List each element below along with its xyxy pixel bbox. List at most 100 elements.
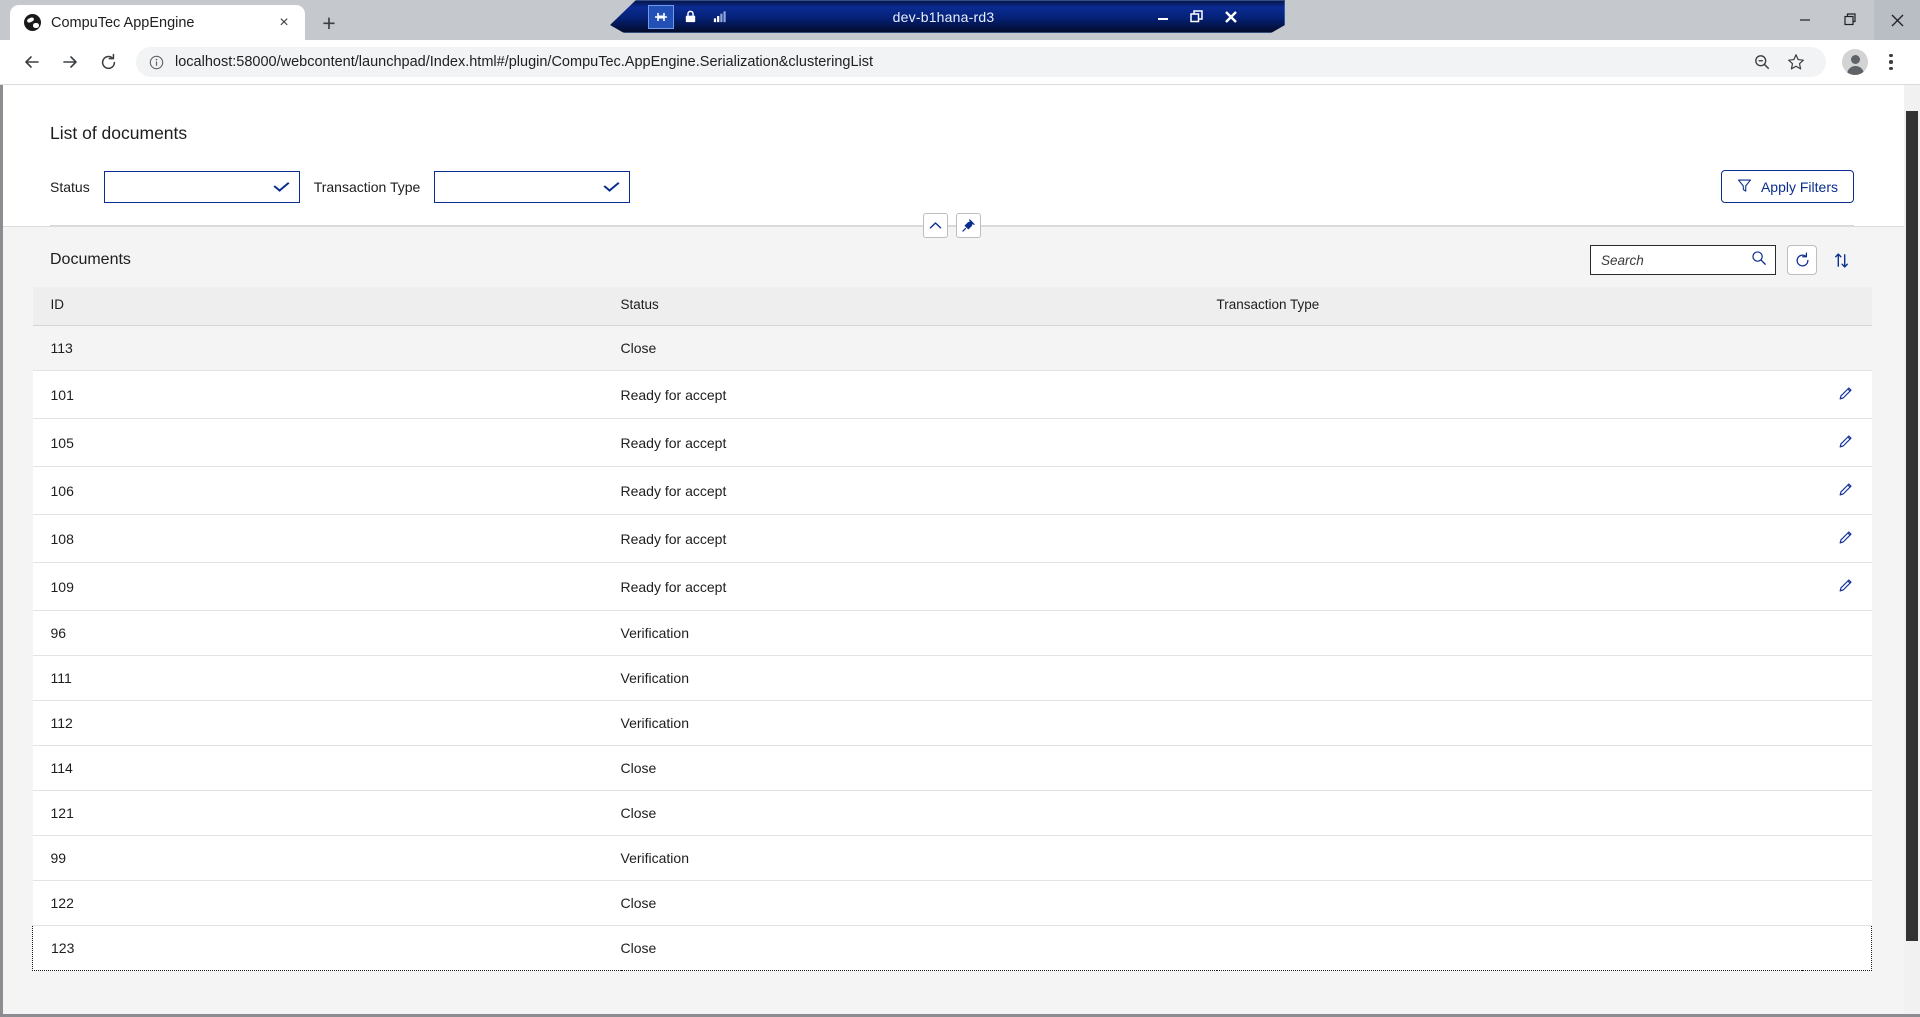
table-row[interactable]: 101 Ready for accept — [32, 370, 1872, 419]
cell-status: Close — [620, 925, 1217, 971]
edit-pencil-icon[interactable] — [1838, 481, 1854, 497]
app-page: List of documents Status Transaction Typ… — [0, 85, 1904, 1017]
table-row[interactable]: 113 Close — [32, 325, 1872, 371]
table-row[interactable]: 122 Close — [32, 880, 1872, 926]
table-row[interactable]: 96 Verification — [32, 610, 1872, 656]
page-scrollbar[interactable] — [1904, 85, 1920, 1017]
cell-id: 111 — [32, 655, 621, 701]
collapse-controls — [923, 213, 981, 238]
cell-id: 105 — [32, 418, 621, 467]
rdp-window-buttons — [1155, 9, 1285, 25]
column-header-transaction-type[interactable]: Transaction Type — [1216, 287, 1802, 326]
tab-strip: CompuTec AppEngine × + dev-b1hana-rd3 — [0, 0, 1920, 40]
table-row[interactable]: 111 Verification — [32, 655, 1872, 701]
transaction-type-filter-label: Transaction Type — [313, 178, 421, 195]
scrollbar-thumb[interactable] — [1906, 111, 1918, 941]
cell-id: 121 — [32, 790, 621, 836]
filter-funnel-icon — [1737, 178, 1752, 196]
cell-status: Ready for accept — [620, 466, 1217, 515]
cell-actions — [1801, 466, 1872, 515]
page-viewport: List of documents Status Transaction Typ… — [0, 85, 1920, 1017]
rdp-connection-bar: dev-b1hana-rd3 — [610, 0, 1285, 33]
rdp-close-button[interactable] — [1223, 9, 1239, 25]
rdp-minimize-button[interactable] — [1155, 9, 1171, 25]
cell-status: Verification — [620, 610, 1217, 656]
column-header-id[interactable]: ID — [32, 287, 621, 326]
table-row[interactable]: 121 Close — [32, 790, 1872, 836]
cell-status: Ready for accept — [620, 418, 1217, 467]
edit-pencil-icon[interactable] — [1838, 433, 1854, 449]
cell-transaction-type — [1216, 880, 1802, 926]
table-row[interactable]: 114 Close — [32, 745, 1872, 791]
address-bar[interactable]: localhost:58000/webcontent/launchpad/Ind… — [136, 47, 1826, 77]
documents-table: ID Status Transaction Type 113 Close 101 Re… — [32, 287, 1872, 971]
window-left-edge — [0, 85, 3, 1017]
table-row[interactable]: 105 Ready for accept — [32, 418, 1872, 467]
table-row[interactable]: 106 Ready for accept — [32, 466, 1872, 515]
cell-actions — [1801, 835, 1872, 881]
cell-transaction-type — [1216, 514, 1802, 563]
cell-id: 101 — [32, 370, 621, 419]
search-icon[interactable] — [1751, 250, 1767, 271]
table-row[interactable]: 109 Ready for accept — [32, 562, 1872, 611]
browser-toolbar: localhost:58000/webcontent/launchpad/Ind… — [0, 40, 1920, 85]
pin-icon[interactable] — [648, 4, 674, 29]
cell-status: Close — [620, 880, 1217, 926]
refresh-button[interactable] — [1787, 245, 1817, 275]
cell-transaction-type — [1216, 418, 1802, 467]
sort-button[interactable] — [1828, 245, 1854, 275]
search-box[interactable] — [1590, 245, 1776, 275]
column-header-status[interactable]: Status — [620, 287, 1217, 326]
browser-window: CompuTec AppEngine × + dev-b1hana-rd3 lo… — [0, 0, 1920, 1017]
url-text: localhost:58000/webcontent/launchpad/Ind… — [175, 54, 874, 70]
cell-status: Ready for accept — [620, 370, 1217, 419]
profile-button[interactable] — [1836, 49, 1874, 75]
back-arrow-icon — [25, 56, 39, 68]
table-row[interactable]: 123 Close — [32, 925, 1872, 971]
cell-status: Close — [620, 745, 1217, 791]
documents-panel-title: Documents — [50, 251, 131, 268]
edit-pencil-icon[interactable] — [1838, 529, 1854, 545]
close-icon[interactable]: × — [273, 12, 295, 34]
rdp-restore-button[interactable] — [1189, 9, 1205, 25]
apply-filters-button[interactable]: Apply Filters — [1720, 170, 1854, 203]
minimize-button[interactable] — [1782, 0, 1828, 40]
forward-button[interactable] — [52, 44, 88, 80]
close-window-button[interactable] — [1874, 0, 1920, 40]
documents-table-body: 113 Close 101 Ready for accept 105 Ready for … — [32, 325, 1872, 971]
table-row[interactable]: 99 Verification — [32, 835, 1872, 881]
cell-id: 114 — [32, 745, 621, 791]
zoom-out-icon[interactable] — [1746, 46, 1778, 78]
info-circle-icon[interactable] — [148, 54, 165, 71]
documents-panel-tools — [1590, 245, 1854, 275]
cell-id: 109 — [32, 562, 621, 611]
star-icon[interactable] — [1780, 46, 1812, 78]
tab-title: CompuTec AppEngine — [51, 14, 195, 31]
cell-status: Ready for accept — [620, 514, 1217, 563]
chevron-up-icon — [929, 222, 942, 229]
table-row[interactable]: 108 Ready for accept — [32, 514, 1872, 563]
browser-tab[interactable]: CompuTec AppEngine × — [10, 5, 305, 40]
cell-actions — [1801, 655, 1872, 701]
status-filter-label: Status — [50, 178, 90, 195]
new-tab-button[interactable]: + — [312, 6, 346, 40]
search-input[interactable] — [1601, 252, 1745, 268]
close-icon — [1891, 14, 1903, 26]
globe-icon — [24, 14, 41, 31]
pin-filters-button[interactable] — [956, 213, 981, 238]
status-filter-select[interactable] — [103, 170, 300, 203]
maximize-button[interactable] — [1828, 0, 1874, 40]
back-button[interactable] — [14, 44, 50, 80]
cell-id: 113 — [32, 325, 621, 371]
cell-status: Verification — [620, 655, 1217, 701]
cell-status: Verification — [620, 700, 1217, 746]
collapse-filters-button[interactable] — [923, 213, 948, 238]
edit-pencil-icon[interactable] — [1838, 385, 1854, 401]
reload-button[interactable] — [90, 44, 126, 80]
cell-transaction-type — [1216, 610, 1802, 656]
cell-actions — [1801, 880, 1872, 926]
kebab-menu-icon[interactable] — [1876, 46, 1906, 78]
transaction-type-filter-select[interactable] — [434, 170, 631, 203]
edit-pencil-icon[interactable] — [1838, 577, 1854, 593]
table-row[interactable]: 112 Verification — [32, 700, 1872, 746]
